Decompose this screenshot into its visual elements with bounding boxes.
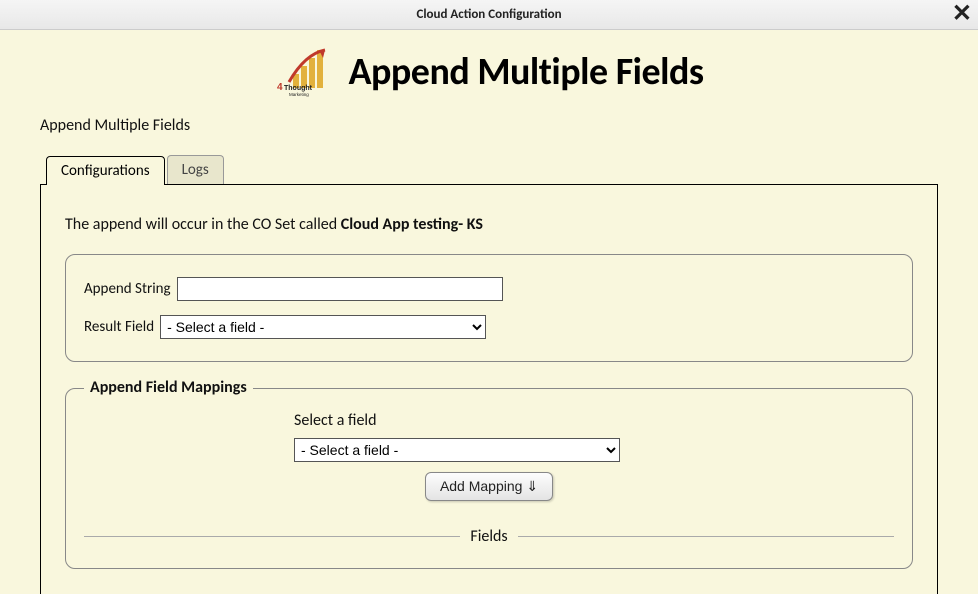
window-title: Cloud Action Configuration bbox=[416, 7, 561, 22]
page-header: 4 Thought Marketing Append Multiple Fiel… bbox=[40, 46, 938, 98]
mapping-field-select[interactable]: - Select a field - bbox=[294, 438, 620, 462]
append-string-label: Append String bbox=[84, 280, 171, 298]
tab-logs[interactable]: Logs bbox=[167, 155, 224, 184]
mappings-legend: Append Field Mappings bbox=[84, 378, 253, 397]
divider-line-right bbox=[518, 536, 894, 537]
mapping-select-label: Select a field bbox=[294, 411, 894, 430]
add-mapping-button[interactable]: Add Mapping ⇓ bbox=[425, 472, 553, 501]
content-inner: 4 Thought Marketing Append Multiple Fiel… bbox=[0, 30, 978, 594]
mappings-inner: Select a field - Select a field - Add Ma… bbox=[84, 411, 894, 546]
result-field-row: Result Field - Select a field - bbox=[84, 315, 894, 339]
close-icon[interactable]: ✕ bbox=[952, 2, 972, 26]
window-titlebar: Cloud Action Configuration ✕ bbox=[0, 0, 978, 30]
result-field-select[interactable]: - Select a field - bbox=[160, 315, 486, 339]
tab-panel-configurations: The append will occur in the CO Set call… bbox=[40, 184, 938, 594]
fields-divider-label: Fields bbox=[470, 527, 507, 546]
intro-text: The append will occur in the CO Set call… bbox=[65, 215, 913, 234]
fields-divider-row: Fields bbox=[84, 527, 894, 546]
divider-line-left bbox=[84, 536, 460, 537]
append-string-input[interactable] bbox=[177, 277, 503, 301]
append-settings-group: Append String Result Field - Select a fi… bbox=[65, 254, 913, 362]
svg-text:Thought: Thought bbox=[284, 85, 313, 92]
page-subheading: Append Multiple Fields bbox=[40, 116, 938, 135]
intro-prefix: The append will occur in the CO Set call… bbox=[65, 215, 341, 234]
intro-co-set-name: Cloud App testing- KS bbox=[341, 215, 483, 234]
tab-list: Configurations Logs bbox=[46, 155, 938, 184]
mapping-select-wrap: - Select a field - bbox=[294, 438, 894, 462]
brand-logo-icon: 4 Thought Marketing bbox=[275, 46, 337, 98]
result-field-label: Result Field bbox=[84, 318, 154, 336]
tab-configurations[interactable]: Configurations bbox=[46, 156, 165, 185]
svg-text:4: 4 bbox=[277, 82, 283, 93]
content-scroll-area[interactable]: 4 Thought Marketing Append Multiple Fiel… bbox=[0, 30, 978, 594]
append-string-row: Append String bbox=[84, 277, 894, 301]
page-title: Append Multiple Fields bbox=[349, 49, 704, 95]
append-field-mappings-group: Append Field Mappings Select a field - S… bbox=[65, 388, 913, 569]
svg-text:Marketing: Marketing bbox=[289, 92, 309, 97]
